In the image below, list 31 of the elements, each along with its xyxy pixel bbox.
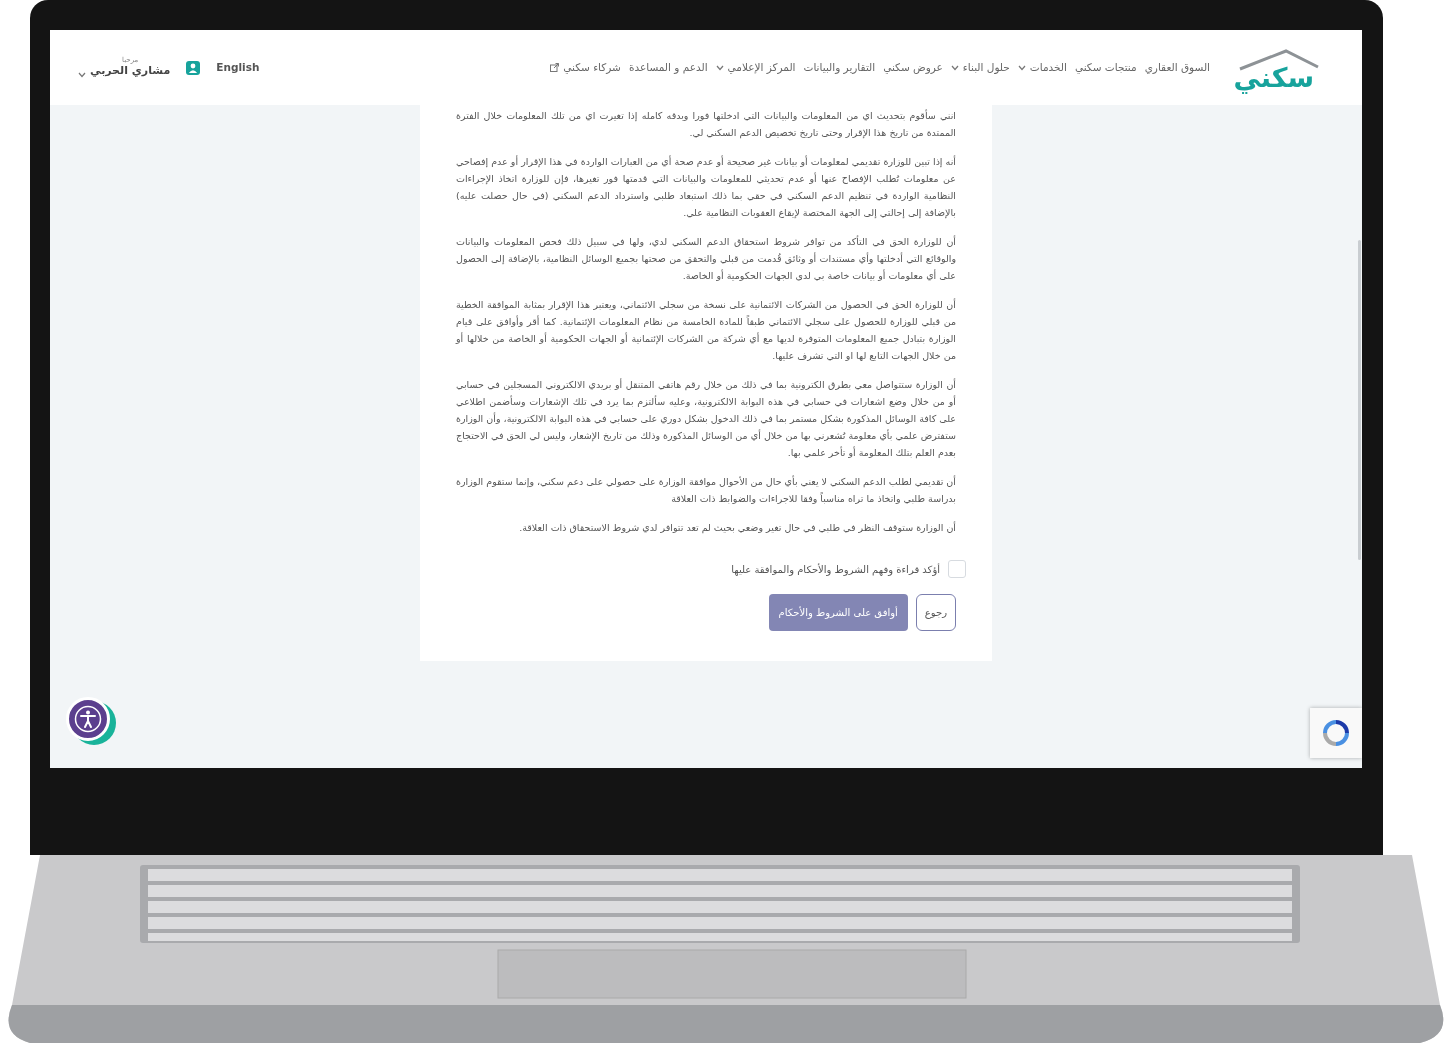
terms-paragraph: أن للوزارة الحق في التأكد من توافر شروط استحقاق الدعم السكني لدي، ولها في سبيل ذلك فحص المعلومات والبيانات والوقائع التي أدخلتها وأي مستندات أو وثائق قُدمت من قبلي والتحقق من صحتها بجميع الوسائل النظامية، بالإضافة إلى الحصول على أي معلومات أو بيانات خاصة بي لدى الجهات الحكومية أو الخاصة. [456,234,956,283]
chevron-down-icon [950,64,959,71]
language-link[interactable]: English [216,59,260,76]
back-button[interactable]: رجوع [915,594,956,631]
nav-link[interactable]: الخدمات [1017,59,1067,76]
nav-link[interactable]: عروض سكني [883,59,943,76]
terms-paragraph: أنه إذا تبين للوزارة تقديمي لمعلومات أو بيانات غير صحيحة أو عدم صحة أي من العبارات الواردة في هذا الإقرار أو عدم إفصاحي عن معلومات تُطلب الإفصاح عنها أو عدم تحديثي للمعلومات والبيانات التي قدمتها فور تغيرها، فإن للوزارة اتخاذ الإجراءات النظامية الواردة في تنظيم الدعم السكني في حقي بما ذلك استبعاد طلبي واسترداد الدعم السكني (في حال حصلت عليه) بالإضافة إلى إحالتي إلى الجهة المختصة لإيقاع العقوبات النظامية علي. [456,154,956,221]
nav-link[interactable]: منتجات سكني [1074,59,1137,76]
agree-checkbox[interactable] [948,560,966,578]
user-icon [186,60,201,75]
terms-paragraph: أن الوزارة ستوقف النظر في طلبي في حال تغير وضعي بحيث لم تعد تتوافر لدي شروط الاستحقاق ذات العلاقة. [518,520,956,535]
terms-paragraph: انني سأقوم بتحديث اي من المعلومات والبيانات التي ادخلتها فورا وبدقه كامله إذا تغيرت اي من تلك المعلومات خلال الفترة الممتدة من تاريخ هذا الإقرار وحتى تاريخ تخصيص الدعم السكني لي. [456,108,956,141]
captcha-badge[interactable] [1310,708,1362,758]
user-name[interactable]: مشاري الحربي [90,64,171,78]
accessibility-icon [74,705,102,733]
captcha-arrows-icon [1322,719,1350,747]
chevron-down-icon [715,64,724,71]
terms-paragraph: أن تقديمي لطلب الدعم السكني لا يعني بأي حال من الأحوال موافقة الوزارة على حصولي على دعم سكني، وإنما ستقوم الوزارة بدراسة طلبي واتخاذ ما تراه مناسباً وفقا للاجراءات والضوابط ذات العلاقة [456,474,956,506]
nav-link[interactable]: شركاء سكني [550,59,621,76]
nav-link[interactable]: حلول البناء [950,59,1010,76]
chevron-down-icon [78,71,86,78]
agree-label: أؤكد قراءة وفهم الشروط والأحكام والموافقة عليها [731,562,940,577]
nav-link[interactable]: السوق العقاري [1144,59,1210,76]
scrollbar[interactable] [1358,240,1361,560]
terms-paragraph: أن للوزارة الحق في الحصول من الشركات الائتمانية على نسخة من سجلي الائتماني، ويعتبر هذا الإقرار بمثابة الموافقة الخطية من قبلي للوزارة للحصول على سجلي الائتماني طبقاً للمادة الخامسة من نظام المعلومات الإئتمانية. كما أقر وأوافق على قيام الوزارة بتبادل جميع المعلومات المتوفرة لديها مع أي شركة من الشركات الإئتمانية أو الجهات الحكومية أو الخاصة من خلالها أو من خلال الجهات التابع لها او التي تشرف عليها. [456,297,956,363]
terms-paragraph: أن الوزارة ستتواصل معي بطرق الكترونية بما في ذلك من خلال رقم هاتفي المتنقل أو بريدي الالكتروني المسجلين في حسابي أو من خلال وضع اشعارات في حسابي في هذه البوابة الالكترونية، وعليه سألتزم بما يرد في تلك الإشعارات وسأضمن اطلاعي على كافة الوسائل المذكورة بشكل مستمر بما في ذلك الدخول بشكل دوري على حسابي في هذه البوابة الالكترونية، وأن الوزارة ستفترض علمي بأي معلومة تُشعرني بها من خلال أي من الوسائل المذكورة وذلك من تاريخ الإشعار، وليس لي الحق في الاحتجاج بعدم العلم بتلك المعلومة أو تأخر علمي بها. [456,377,956,461]
nav-link[interactable]: المركز الإعلامي [715,59,796,76]
nav-link[interactable]: التقارير والبيانات [803,59,876,76]
nav-link[interactable]: الدعم و المساعدة [628,59,708,76]
chevron-down-icon [1017,64,1026,71]
external-link-icon [550,63,560,72]
